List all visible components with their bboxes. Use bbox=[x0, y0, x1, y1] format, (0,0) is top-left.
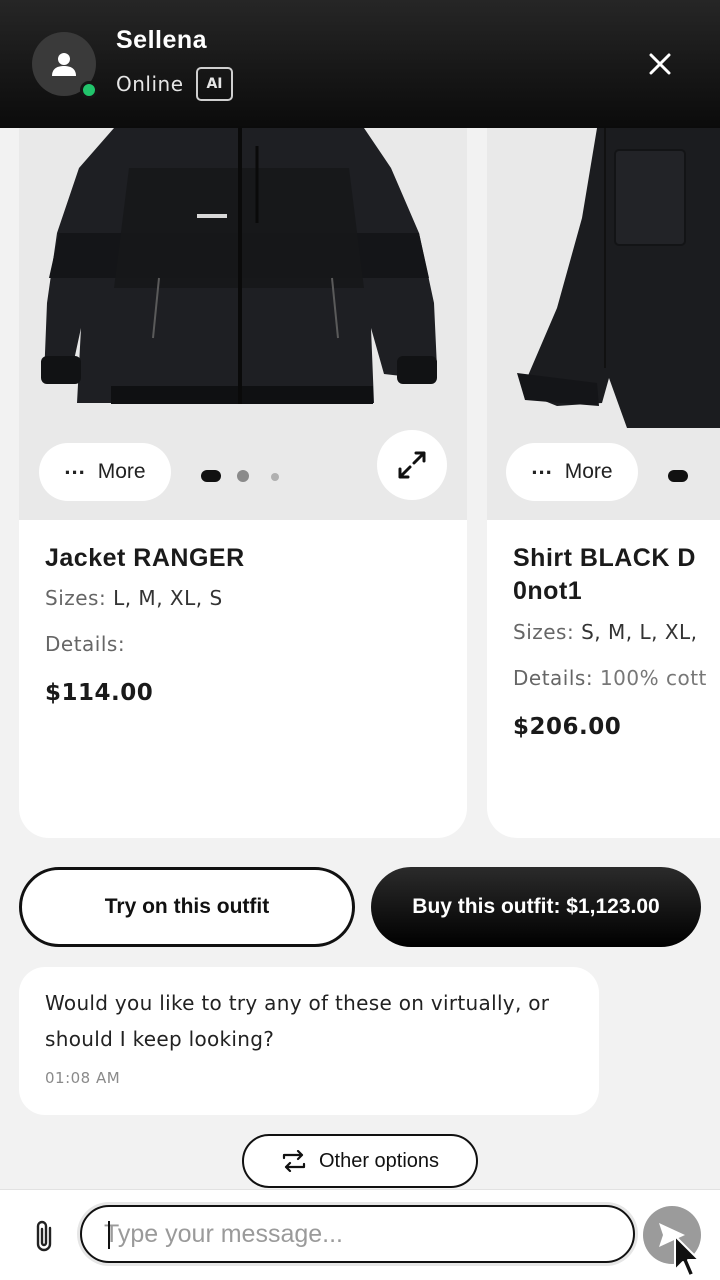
product-price: $114.00 bbox=[45, 680, 154, 706]
product-title-line2: 0not1 bbox=[513, 577, 583, 605]
details-label: Details: bbox=[45, 632, 126, 656]
close-icon bbox=[649, 53, 671, 75]
product-image-shirt[interactable]: ... More bbox=[487, 128, 720, 520]
sizes-label: Sizes: bbox=[513, 620, 575, 644]
expand-button[interactable] bbox=[377, 430, 447, 500]
agent-name: Sellena bbox=[116, 26, 208, 54]
swap-icon bbox=[282, 1150, 306, 1172]
product-card-jacket[interactable]: ... More Jacket RANGER Sizes: L, M, XL, … bbox=[19, 128, 467, 838]
product-title: Jacket RANGER bbox=[45, 544, 245, 572]
chat-header: Sellena Online AI bbox=[0, 0, 720, 128]
details-label: Details: bbox=[513, 666, 594, 690]
user-icon bbox=[52, 53, 76, 76]
product-image-jacket[interactable]: ... More bbox=[19, 128, 467, 520]
try-on-outfit-button[interactable]: Try on this outfit bbox=[19, 867, 355, 947]
product-title: Shirt BLACK D 0not1 bbox=[513, 542, 696, 608]
sizes-value: L, M, XL, S bbox=[113, 586, 223, 610]
sizes-label: Sizes: bbox=[45, 586, 107, 610]
product-card-shirt[interactable]: ... More Shirt BLACK D 0not1 Sizes: S, M… bbox=[487, 128, 720, 838]
product-sizes: Sizes: L, M, XL, S bbox=[45, 586, 223, 610]
carousel-dot-active[interactable] bbox=[668, 470, 688, 482]
other-options-button[interactable]: Other options bbox=[242, 1134, 478, 1188]
other-options-label: Other options bbox=[318, 1149, 440, 1172]
ai-badge: AI bbox=[196, 67, 233, 101]
attach-button[interactable] bbox=[30, 1218, 60, 1254]
product-details: Details: 100% cott bbox=[513, 666, 707, 690]
more-dots-icon: ... bbox=[531, 454, 553, 479]
product-price: $206.00 bbox=[513, 714, 622, 740]
mouse-cursor-icon bbox=[674, 1235, 700, 1277]
more-button[interactable]: ... More bbox=[39, 443, 171, 501]
product-title-line1: Shirt BLACK D bbox=[513, 544, 696, 572]
expand-icon bbox=[398, 451, 426, 479]
text-caret bbox=[108, 1221, 110, 1249]
carousel-dot[interactable] bbox=[271, 473, 279, 481]
carousel-dot-active[interactable] bbox=[201, 470, 221, 482]
agent-status: Online bbox=[116, 72, 184, 96]
details-value: 100% cott bbox=[599, 666, 707, 690]
product-sizes: Sizes: S, M, L, XL, bbox=[513, 620, 698, 644]
sizes-value: S, M, L, XL, bbox=[581, 620, 698, 644]
paperclip-icon bbox=[36, 1220, 52, 1252]
message-input[interactable] bbox=[104, 1215, 614, 1253]
message-text: Would you like to try any of these on vi… bbox=[45, 991, 550, 1051]
more-dots-icon: ... bbox=[64, 454, 86, 479]
online-status-dot bbox=[80, 81, 98, 99]
close-button[interactable] bbox=[640, 44, 680, 84]
more-button[interactable]: ... More bbox=[506, 443, 638, 501]
buy-outfit-button[interactable]: Buy this outfit: $1,123.00 bbox=[371, 867, 701, 947]
message-composer bbox=[0, 1189, 720, 1280]
more-label: More bbox=[564, 460, 613, 483]
more-label: More bbox=[97, 460, 146, 483]
assistant-message: Would you like to try any of these on vi… bbox=[19, 967, 599, 1115]
message-input-wrapper[interactable] bbox=[80, 1205, 635, 1263]
message-time: 01:08 AM bbox=[45, 1069, 121, 1087]
product-details: Details: bbox=[45, 632, 125, 656]
carousel-dot[interactable] bbox=[237, 470, 249, 482]
